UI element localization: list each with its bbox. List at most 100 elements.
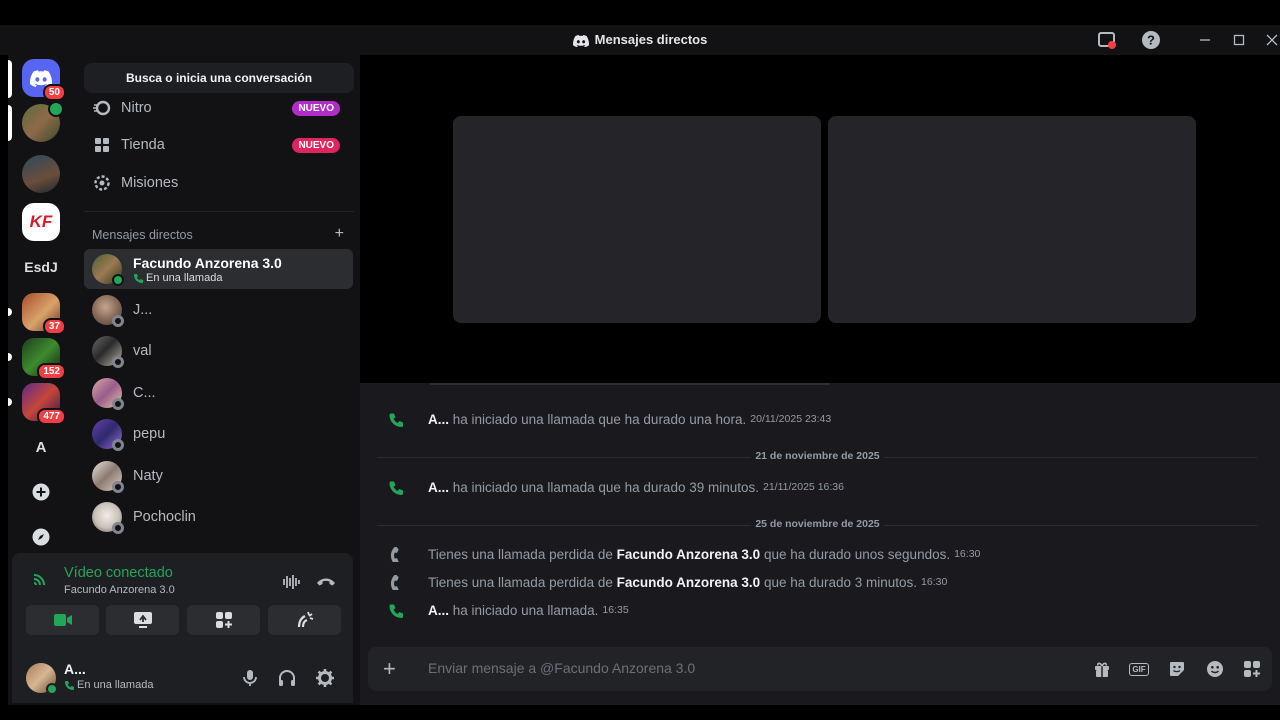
status-indicator <box>112 439 124 451</box>
emoji-icon[interactable] <box>1205 659 1225 679</box>
unread-indicator <box>8 308 12 316</box>
nav-nitro[interactable]: Nitro NUEVO <box>84 90 354 126</box>
video-tile[interactable] <box>828 116 1196 323</box>
server-icon[interactable]: 477 <box>22 383 66 425</box>
sticker-icon[interactable] <box>1167 659 1187 679</box>
add-server-button[interactable] <box>22 473 60 511</box>
message-author[interactable]: A... <box>428 603 449 618</box>
avatar <box>92 502 124 534</box>
dm-section-header: Mensajes directos <box>92 228 193 242</box>
headphones-icon[interactable] <box>277 668 297 688</box>
message-author[interactable]: Facundo Anzorena 3.0 <box>617 547 761 562</box>
discover-button[interactable] <box>22 518 60 556</box>
dm-activity: En una llamada <box>133 272 282 284</box>
soundboard-button[interactable] <box>268 605 341 635</box>
status-indicator <box>46 683 58 695</box>
search-button[interactable]: Busca o inicia una conversación <box>84 63 354 93</box>
user-activity: En una llamada <box>64 679 153 691</box>
server-icon[interactable]: 37 <box>22 293 66 335</box>
activities-icon <box>215 612 232 628</box>
call-message: A... ha iniciado una llamada que ha dura… <box>387 411 831 427</box>
help-icon[interactable]: ? <box>1141 30 1161 50</box>
resize-handle[interactable] <box>430 383 830 385</box>
apps-icon[interactable] <box>1242 659 1262 679</box>
activities-button[interactable] <box>187 605 260 635</box>
message-text: ha iniciado una llamada que ha durado 39… <box>452 479 759 495</box>
message-text: Tienes una llamada perdida de <box>428 546 613 562</box>
call-message: A... ha iniciado una llamada. 16:35 <box>387 602 629 618</box>
dm-item[interactable]: Naty <box>84 456 353 496</box>
close-button[interactable] <box>1263 31 1280 49</box>
message-author[interactable]: A... <box>428 412 449 427</box>
upload-button[interactable]: + <box>383 656 396 682</box>
nav-quests[interactable]: Misiones <box>84 165 354 201</box>
microphone-icon[interactable] <box>240 668 260 688</box>
dm-call-avatar[interactable] <box>22 101 64 142</box>
notification-badge: 477 <box>37 408 66 425</box>
status-indicator <box>112 315 124 327</box>
notification-badge: 152 <box>37 363 66 380</box>
window-title-text: Mensajes directos <box>594 32 708 47</box>
dm-sub-label: En una llamada <box>146 271 223 284</box>
dm-item[interactable]: J... <box>84 290 353 330</box>
dm-item-facundo[interactable]: Facundo Anzorena 3.0 En una llamada <box>84 249 353 289</box>
dm-item[interactable]: C... <box>84 373 353 413</box>
dm-name: Naty <box>133 468 163 484</box>
server-icon-esdj[interactable]: EsdJ <box>22 248 60 286</box>
dm-name: pepu <box>133 426 166 442</box>
camera-button[interactable] <box>26 605 99 635</box>
gif-icon[interactable]: GIF <box>1129 659 1149 679</box>
unread-indicator <box>8 353 12 361</box>
user-name[interactable]: A... <box>64 661 86 677</box>
active-indicator <box>8 60 12 98</box>
message-text: ha iniciado una llamada. <box>452 602 599 618</box>
quests-icon <box>92 173 112 193</box>
server-icon[interactable] <box>22 155 60 193</box>
camera-icon <box>53 614 72 626</box>
server-icon[interactable]: 152 <box>22 338 66 380</box>
connection-signal-icon[interactable] <box>32 571 48 592</box>
video-call-indicator <box>48 101 64 117</box>
home-button[interactable]: 50 <box>22 59 66 101</box>
message-author[interactable]: Facundo Anzorena 3.0 <box>617 575 761 590</box>
call-message: A... ha iniciado una llamada que ha dura… <box>387 479 844 495</box>
dm-item[interactable]: val <box>84 331 353 371</box>
user-panel: A... En una llamada <box>12 653 353 703</box>
message-composer: + Enviar mensaje a @Facundo Anzorena 3.0… <box>368 647 1272 691</box>
dm-item[interactable]: pepu <box>84 414 353 454</box>
message-text: que ha durado unos segundos. <box>763 546 951 562</box>
message-author[interactable]: A... <box>428 480 449 495</box>
disconnect-icon[interactable] <box>315 571 337 593</box>
user-status-label: En una llamada <box>77 679 154 691</box>
avatar <box>92 295 124 327</box>
settings-gear-icon[interactable] <box>315 668 335 688</box>
user-avatar[interactable] <box>26 663 58 695</box>
create-dm-button[interactable]: + <box>335 225 344 243</box>
video-tile[interactable] <box>453 116 821 323</box>
message-input[interactable]: Enviar mensaje a @Facundo Anzorena 3.0 <box>428 660 695 676</box>
voice-channel: Facundo Anzorena 3.0 <box>64 584 175 596</box>
missed-call-message: Tienes una llamada perdida de Facundo An… <box>387 546 980 562</box>
phone-icon <box>134 273 143 283</box>
unread-indicator <box>8 398 12 406</box>
server-icon[interactable]: KF <box>22 203 60 241</box>
server-icon-a[interactable]: A <box>22 428 60 466</box>
dm-item[interactable]: Pochoclin <box>84 497 353 537</box>
server-label: A <box>35 438 47 456</box>
inbox-icon[interactable] <box>1097 30 1117 50</box>
status-indicator <box>112 356 124 368</box>
soundboard-icon <box>297 611 313 628</box>
noise-suppression-icon[interactable] <box>280 571 302 593</box>
notification-badge: 50 <box>42 84 66 101</box>
minimize-button[interactable] <box>1196 31 1214 49</box>
avatar <box>92 254 124 286</box>
avatar <box>92 378 124 410</box>
maximize-button[interactable] <box>1230 31 1248 49</box>
voice-status[interactable]: Vídeo conectado <box>64 565 173 581</box>
gift-icon[interactable] <box>1092 659 1112 679</box>
new-badge: NUEVO <box>292 137 340 153</box>
nav-label: Nitro <box>121 100 152 116</box>
screen-share-button[interactable] <box>106 605 179 635</box>
missed-call-icon <box>387 574 403 590</box>
nav-shop[interactable]: Tienda NUEVO <box>84 127 354 163</box>
